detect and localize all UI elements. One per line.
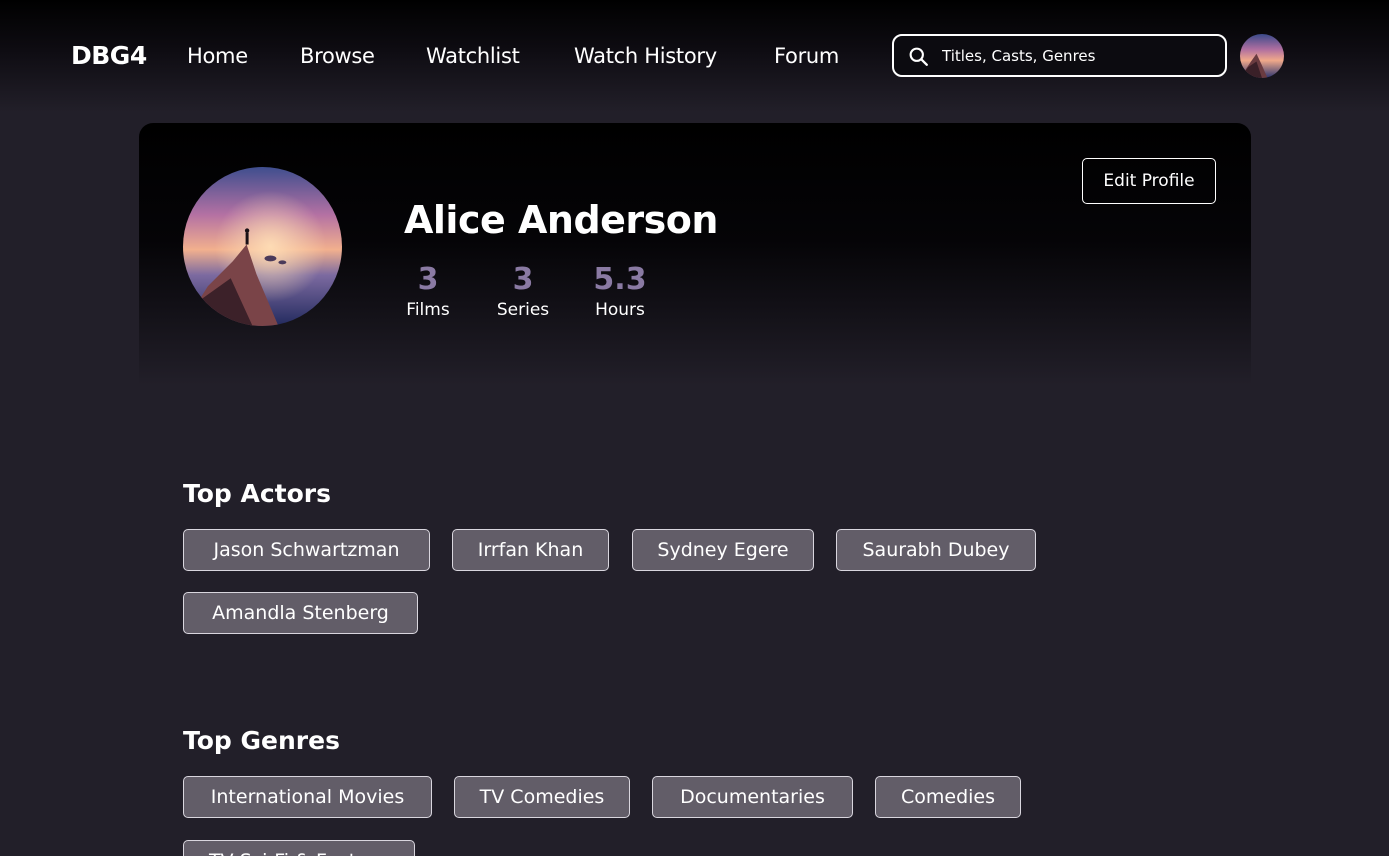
- profile-header-card: Alice Anderson 3 Films 3 Series 5.3 Hour…: [139, 123, 1251, 385]
- genre-tag-2[interactable]: TV Comedies: [454, 776, 630, 818]
- search-box[interactable]: [892, 34, 1227, 77]
- top-actors-title: Top Actors: [183, 479, 332, 508]
- profile-avatar-image: [183, 167, 342, 326]
- nav-link-browse[interactable]: Browse: [300, 40, 375, 72]
- genre-tag-4[interactable]: Comedies: [875, 776, 1021, 818]
- search-input[interactable]: [942, 36, 1217, 75]
- profile-page: DBG4 Home Browse Watchlist Watch History…: [0, 0, 1389, 856]
- actor-tag-4[interactable]: Saurabh Dubey: [836, 529, 1036, 571]
- search-icon: [909, 47, 928, 66]
- genre-tag-1[interactable]: International Movies: [183, 776, 432, 818]
- nav-link-watchlist[interactable]: Watchlist: [426, 40, 520, 72]
- actor-tag-5[interactable]: Amandla Stenberg: [183, 592, 418, 634]
- top-genres-title: Top Genres: [183, 726, 340, 755]
- genre-tag-3[interactable]: Documentaries: [652, 776, 853, 818]
- actor-tag-1[interactable]: Jason Schwartzman: [183, 529, 430, 571]
- profile-name: Alice Anderson: [404, 198, 718, 242]
- brand-logo[interactable]: DBG4: [71, 40, 147, 72]
- nav-link-forum[interactable]: Forum: [774, 40, 839, 72]
- nav-link-home[interactable]: Home: [187, 40, 248, 72]
- stat-films: 3 Films: [404, 263, 452, 321]
- stat-films-value: 3: [417, 262, 439, 297]
- nav-link-watch-history[interactable]: Watch History: [574, 40, 717, 72]
- genre-tag-5[interactable]: TV Sci-Fi & Fantasy: [183, 840, 415, 856]
- actor-tag-3[interactable]: Sydney Egere: [632, 529, 814, 571]
- user-avatar[interactable]: [1240, 34, 1284, 78]
- stat-series-label: Series: [496, 300, 550, 320]
- stat-hours-label: Hours: [595, 300, 645, 320]
- stat-hours-value: 5.3: [593, 262, 647, 297]
- top-navbar: DBG4 Home Browse Watchlist Watch History…: [0, 0, 1389, 112]
- actor-tag-2[interactable]: Irrfan Khan: [452, 529, 609, 571]
- stat-films-label: Films: [406, 300, 450, 320]
- edit-profile-button[interactable]: Edit Profile: [1082, 158, 1216, 204]
- stat-hours: 5.3 Hours: [593, 263, 647, 321]
- stat-series-value: 3: [512, 262, 534, 297]
- profile-avatar: [183, 167, 342, 326]
- avatar-image: [1240, 34, 1284, 78]
- stat-series: 3 Series: [496, 263, 550, 321]
